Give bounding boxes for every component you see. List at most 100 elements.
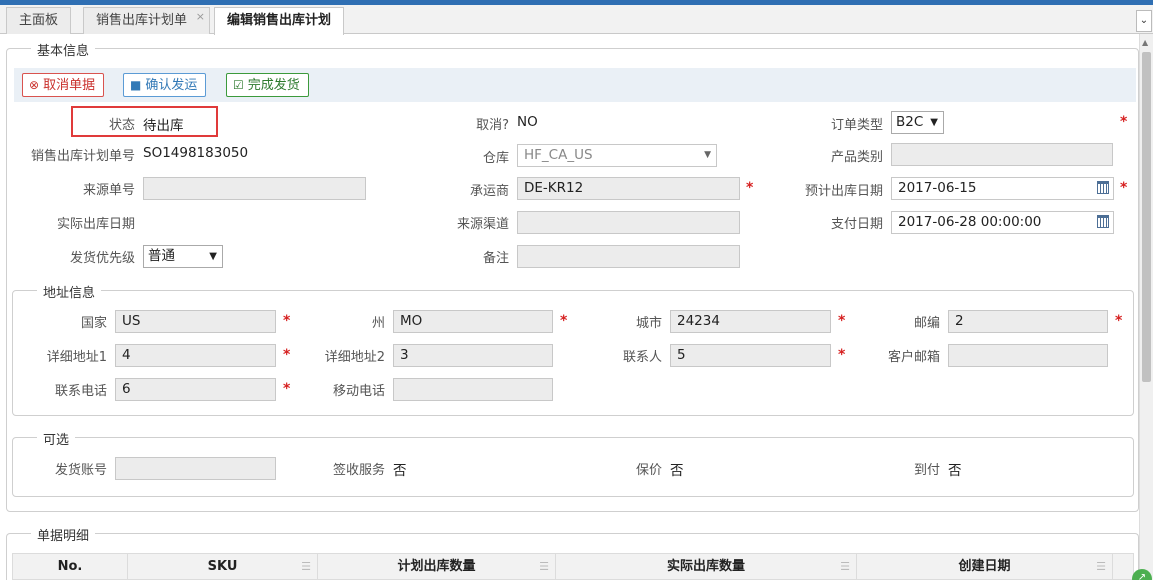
remark-label: 备注 xyxy=(482,251,509,266)
pay-date-input[interactable]: 2017-06-28 00:00:00 xyxy=(891,211,1114,234)
contact-input[interactable]: 5 xyxy=(670,344,831,367)
column-header-sku[interactable]: SKU ☰ xyxy=(128,554,318,580)
city-label: 城市 xyxy=(635,316,662,331)
cod-value: 否 xyxy=(948,463,962,479)
address1-label: 详细地址1 xyxy=(46,350,107,365)
column-label: 实际出库数量 xyxy=(666,559,745,574)
required-mark: * xyxy=(560,313,568,329)
vertical-scrollbar[interactable]: ▲ xyxy=(1139,34,1153,580)
column-label: 创建日期 xyxy=(958,559,1011,574)
column-header-actual-qty[interactable]: 实际出库数量 ☰ xyxy=(556,554,857,580)
date-value: 2017-06-28 00:00:00 xyxy=(898,214,1042,230)
estimated-date-input[interactable]: 2017-06-15 xyxy=(891,177,1114,200)
caret-down-icon: ▼ xyxy=(209,251,217,262)
button-label: 完成发货 xyxy=(247,78,300,93)
email-input[interactable] xyxy=(948,344,1108,367)
confirm-shipment-button[interactable]: ■ 确认发运 xyxy=(123,73,207,97)
contact-label: 联系人 xyxy=(622,350,662,365)
mobile-input[interactable] xyxy=(393,378,553,401)
address1-input[interactable]: 4 xyxy=(115,344,276,367)
status-label: 状态 xyxy=(108,118,135,133)
account-label: 发货账号 xyxy=(54,463,107,478)
column-header-created-date[interactable]: 创建日期 ☰ xyxy=(857,554,1113,580)
required-mark: * xyxy=(838,347,846,363)
detail-table-header: No. SKU ☰ 计划出库数量 ☰ 实际出库数量 ☰ 创建日期 ☰ xyxy=(12,553,1134,580)
state-input[interactable]: MO xyxy=(393,310,553,333)
source-channel-input[interactable] xyxy=(517,211,740,234)
carrier-input[interactable]: DE-KR12 xyxy=(517,177,740,200)
sign-service-value: 否 xyxy=(393,463,407,479)
state-label: 州 xyxy=(371,316,385,331)
scroll-thumb[interactable] xyxy=(1142,52,1151,382)
priority-label: 发货优先级 xyxy=(69,251,135,266)
actual-date-label: 实际出库日期 xyxy=(56,217,135,232)
tab-label: 主面板 xyxy=(19,13,59,28)
remark-input[interactable] xyxy=(517,245,740,268)
tab-sales-outbound-plan[interactable]: 销售出库计划单 × xyxy=(83,4,211,34)
caret-down-icon: ▼ xyxy=(704,150,711,160)
required-mark: * xyxy=(283,313,291,329)
select-value: B2C xyxy=(896,114,924,130)
zip-input[interactable]: 2 xyxy=(948,310,1108,333)
priority-select[interactable]: 普通 ▼ xyxy=(143,245,223,268)
section-title: 地址信息 xyxy=(37,282,102,301)
status-value: 待出库 xyxy=(143,118,184,134)
warehouse-select[interactable]: HF_CA_US ▼ xyxy=(517,144,717,167)
finish-delivery-button[interactable]: ☑ 完成发货 xyxy=(226,73,309,97)
carrier-label: 承运商 xyxy=(469,184,509,199)
scroll-up-icon[interactable]: ▲ xyxy=(1142,38,1148,47)
mobile-label: 移动电话 xyxy=(332,384,385,399)
order-type-select[interactable]: B2C ▼ xyxy=(891,111,944,134)
product-category-input[interactable] xyxy=(891,143,1113,166)
phone-input[interactable]: 6 xyxy=(115,378,276,401)
tab-bar: 主面板 销售出库计划单 × 编辑销售出库计划 ⌄ xyxy=(0,4,1153,35)
address2-input[interactable]: 3 xyxy=(393,344,553,367)
required-mark: * xyxy=(283,381,291,397)
section-title: 单据明细 xyxy=(31,525,96,544)
product-category-label: 产品类别 xyxy=(830,150,883,165)
tab-label: 销售出库计划单 xyxy=(96,13,188,28)
section-title: 基本信息 xyxy=(31,40,96,59)
required-mark: * xyxy=(1120,114,1128,130)
source-channel-label: 来源渠道 xyxy=(456,217,509,232)
account-input[interactable] xyxy=(115,457,276,480)
plan-number-value: SO1498183050 xyxy=(143,145,249,161)
column-header-no[interactable]: No. xyxy=(13,554,128,580)
tab-dashboard[interactable]: 主面板 xyxy=(6,7,72,34)
close-icon[interactable]: × xyxy=(196,4,205,30)
cancel-order-button[interactable]: ⊗ 取消单据 xyxy=(22,73,105,97)
tab-label: 编辑销售出库计划 xyxy=(227,13,332,28)
zip-label: 邮编 xyxy=(913,316,940,331)
required-mark: * xyxy=(283,347,291,363)
cancelled-label: 取消? xyxy=(476,118,509,133)
country-label: 国家 xyxy=(80,316,107,331)
calendar-icon[interactable] xyxy=(1097,215,1109,228)
date-value: 2017-06-15 xyxy=(898,180,977,196)
order-type-label: 订单类型 xyxy=(830,118,883,133)
required-mark: * xyxy=(746,180,754,196)
column-menu-icon[interactable]: ☰ xyxy=(1096,554,1106,580)
action-toolbar: ⊗ 取消单据 ■ 确认发运 ☑ 完成发货 xyxy=(14,68,1136,102)
caret-down-icon: ▼ xyxy=(930,117,938,128)
calendar-icon[interactable] xyxy=(1097,181,1109,194)
city-input[interactable]: 24234 xyxy=(670,310,831,333)
chevron-down-icon[interactable]: ⌄ xyxy=(1136,10,1152,32)
address2-label: 详细地址2 xyxy=(324,350,385,365)
column-menu-icon[interactable]: ☰ xyxy=(539,554,549,580)
truck-icon: ■ xyxy=(130,78,142,92)
select-value: HF_CA_US xyxy=(524,147,593,163)
estimated-date-label: 预计出库日期 xyxy=(804,184,883,199)
source-number-input[interactable] xyxy=(143,177,366,200)
column-header-planned-qty[interactable]: 计划出库数量 ☰ xyxy=(318,554,556,580)
section-title: 可选 xyxy=(37,429,76,448)
column-menu-icon[interactable]: ☰ xyxy=(840,554,850,580)
email-label: 客户邮箱 xyxy=(887,350,940,365)
country-input[interactable]: US xyxy=(115,310,276,333)
required-mark: * xyxy=(1120,180,1128,196)
cancelled-value: NO xyxy=(517,114,538,130)
tab-edit-sales-outbound-plan[interactable]: 编辑销售出库计划 xyxy=(214,7,345,35)
column-label: 计划出库数量 xyxy=(397,559,476,574)
source-number-label: 来源单号 xyxy=(82,183,135,198)
sign-service-label: 签收服务 xyxy=(332,463,385,478)
column-menu-icon[interactable]: ☰ xyxy=(301,554,311,580)
